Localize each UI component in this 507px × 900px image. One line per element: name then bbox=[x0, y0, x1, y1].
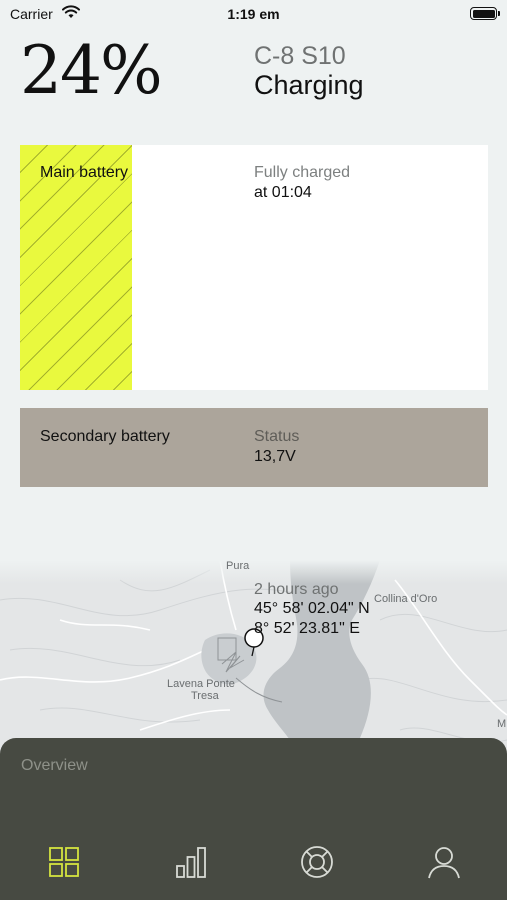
tab-support[interactable] bbox=[297, 842, 337, 882]
main-battery-status-value: at 01:04 bbox=[254, 184, 312, 201]
map-place-label: Collina d'Oro bbox=[374, 593, 438, 605]
status-time: 1:19 em bbox=[227, 6, 280, 22]
sheet-title: Overview bbox=[21, 757, 88, 774]
map-last-seen: 2 hours ago bbox=[254, 581, 339, 598]
grid-icon bbox=[49, 847, 79, 877]
charge-state: Charging bbox=[254, 70, 364, 100]
secondary-battery-label: Secondary battery bbox=[40, 428, 170, 445]
secondary-battery-voltage: 13,7V bbox=[254, 448, 296, 465]
lifebuoy-icon bbox=[301, 846, 333, 878]
map-place-label: Tresa bbox=[191, 690, 219, 702]
secondary-battery-card[interactable]: Secondary battery Status 13,7V bbox=[20, 408, 488, 487]
map-place-label: Pura bbox=[226, 560, 250, 572]
bar-chart-icon bbox=[176, 847, 206, 878]
device-name: C-8 S10 bbox=[254, 42, 346, 70]
tab-profile[interactable] bbox=[424, 842, 464, 882]
map-latitude: 45° 58' 02.04" N bbox=[254, 600, 370, 617]
main-battery-label: Main battery bbox=[40, 164, 129, 181]
user-icon bbox=[428, 847, 460, 879]
battery-icon bbox=[470, 7, 500, 20]
charge-percent: 24% bbox=[20, 32, 163, 109]
tab-statistics[interactable] bbox=[171, 842, 211, 882]
secondary-battery-status-title: Status bbox=[254, 428, 300, 445]
tab-overview[interactable] bbox=[44, 842, 84, 882]
map-place-label: Lavena Ponte bbox=[167, 678, 235, 690]
main-battery-card[interactable]: Main battery Fully charged at 01:04 bbox=[20, 145, 488, 390]
status-bar: Carrier 1:19 em bbox=[0, 0, 507, 28]
main-battery-status-title: Fully charged bbox=[254, 164, 351, 181]
map-longitude: 8° 52' 23.81" E bbox=[254, 620, 360, 637]
map-place-label: M bbox=[497, 718, 507, 730]
bottom-sheet[interactable]: Overview bbox=[0, 738, 507, 900]
